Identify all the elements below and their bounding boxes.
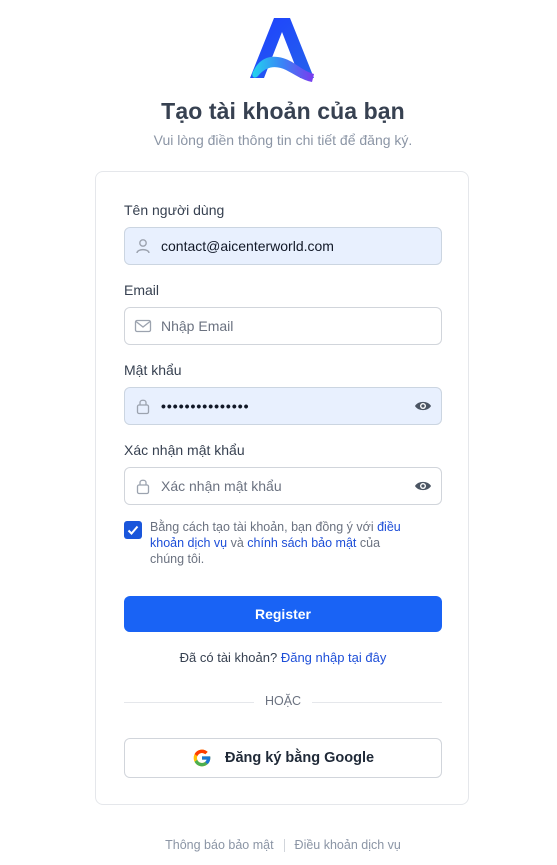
password-label: Mật khẩu xyxy=(124,362,182,378)
terms-of-service-footer-link[interactable]: Điều khoản dịch vụ xyxy=(295,838,401,852)
username-value: contact@aicenterworld.com xyxy=(161,238,334,254)
google-icon xyxy=(192,748,212,768)
user-icon xyxy=(134,237,152,255)
confirm-password-field[interactable]: Xác nhận mật khẩu xyxy=(124,467,442,505)
confirm-password-placeholder: Xác nhận mật khẩu xyxy=(161,478,282,494)
check-icon xyxy=(127,525,139,535)
password-field[interactable]: ••••••••••••••• xyxy=(124,387,442,425)
lock-icon xyxy=(134,477,152,495)
email-label: Email xyxy=(124,282,160,298)
lock-icon xyxy=(134,397,152,415)
confirm-password-label: Xác nhận mật khẩu xyxy=(124,442,245,458)
email-field[interactable]: Nhập Email xyxy=(124,307,442,345)
email-placeholder: Nhập Email xyxy=(161,318,234,334)
page-subtitle: Vui lòng điền thông tin chi tiết để đăng… xyxy=(153,132,413,148)
password-value: ••••••••••••••• xyxy=(161,398,250,414)
privacy-notice-link[interactable]: Thông báo bảo mật xyxy=(165,838,273,852)
terms-checkbox[interactable] xyxy=(124,521,142,539)
mail-icon xyxy=(134,317,152,335)
footer-separator xyxy=(283,839,285,853)
username-field[interactable]: contact@aicenterworld.com xyxy=(124,227,442,265)
divider-text: HOẶC xyxy=(264,694,302,708)
login-link[interactable]: Đăng nhập tại đây xyxy=(281,650,387,665)
terms-prefix: Bằng cách tạo tài khoản, bạn đồng ý với xyxy=(150,520,378,534)
footer: Thông báo bảo mật Điều khoản dịch vụ xyxy=(0,838,557,853)
google-signup-button[interactable]: Đăng ký bằng Google xyxy=(124,738,442,778)
login-prompt: Đã có tài khoản? xyxy=(179,650,281,665)
eye-icon[interactable] xyxy=(414,477,432,495)
username-label: Tên người dùng xyxy=(124,202,225,218)
eye-icon[interactable] xyxy=(414,397,432,415)
register-card: Tên người dùng contact@aicenterworld.com… xyxy=(95,171,469,805)
page-title: Tạo tài khoản của bạn xyxy=(161,98,405,124)
google-signup-label: Đăng ký bằng Google xyxy=(225,750,375,766)
register-button[interactable]: Register xyxy=(124,596,442,632)
terms-mid: và xyxy=(227,536,248,550)
terms-text: Bằng cách tạo tài khoản, bạn đồng ý với … xyxy=(150,519,410,567)
privacy-policy-link[interactable]: chính sách bảo mật xyxy=(247,536,356,550)
logo-icon xyxy=(248,16,318,84)
divider-line-right xyxy=(312,702,442,703)
login-prompt-row: Đã có tài khoản? Đăng nhập tại đây xyxy=(96,650,470,665)
